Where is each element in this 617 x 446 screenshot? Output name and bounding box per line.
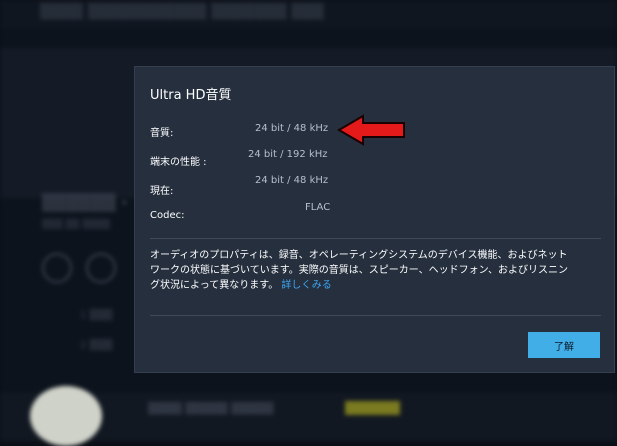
background-header: ▒▒▒▒ ▒▒▒▒▒▒▒▒▒▒▒ ▒▒▒▒▒▒▒ ▒▒▒ bbox=[0, 0, 617, 28]
background-list-item: 2 ▒▒▒ bbox=[80, 340, 113, 351]
codec-label: Codec: bbox=[150, 210, 185, 221]
background-list-item: 1 ▒▒▒ bbox=[80, 310, 113, 321]
background-album-art bbox=[30, 386, 102, 446]
divider-bottom bbox=[150, 315, 601, 316]
description-line: オーディオのプロパティは、録音、オペレーティングシステムのデバイス機能、およびネ… bbox=[150, 250, 568, 261]
device-capability-value: 24 bit / 192 kHz bbox=[248, 149, 328, 160]
quality-value: 24 bit / 48 kHz bbox=[255, 123, 329, 134]
learn-more-link[interactable]: 詳しくみる bbox=[281, 280, 331, 291]
red-arrow-annotation bbox=[337, 114, 405, 146]
background-badge bbox=[345, 401, 400, 415]
description-line: ワークの状態に基づいています。実際の音質は、スピーカー、ヘッドフォン、およびリス… bbox=[150, 265, 568, 276]
quality-label: 音質: bbox=[150, 128, 174, 139]
background-add-icon bbox=[86, 253, 116, 283]
current-value: 24 bit / 48 kHz bbox=[255, 175, 329, 186]
description-line-text: グ状況によって異なります。 bbox=[150, 280, 279, 291]
dialog-title: Ultra HD音質 bbox=[150, 88, 232, 103]
background-play-icon bbox=[42, 253, 72, 283]
current-label: 現在: bbox=[150, 186, 174, 197]
device-capability-label: 端末の性能 : bbox=[150, 157, 207, 168]
description-line: グ状況によって異なります。 詳しくみる bbox=[150, 278, 604, 293]
ultra-hd-dialog: Ultra HD音質 音質: 24 bit / 48 kHz 端末の性能 : 2… bbox=[134, 66, 615, 373]
background-track-title: ▒▒▒▒ ▒▒▒▒▒ ▒▒▒▒▒ bbox=[148, 402, 274, 415]
background-album-meta: ▒▒▒ ▒▒ ▒▒▒▒ bbox=[42, 220, 111, 230]
ok-button[interactable]: 了解 bbox=[528, 332, 600, 358]
codec-value: FLAC bbox=[305, 202, 331, 213]
divider-top bbox=[150, 238, 601, 239]
background-album-heading: ▒▒▒▒▒▒ · bbox=[42, 193, 128, 212]
dialog-description: オーディオのプロパティは、録音、オペレーティングシステムのデバイス機能、およびネ… bbox=[150, 248, 604, 293]
background-title: ▒▒▒▒ ▒▒▒▒▒▒▒▒▒▒▒ ▒▒▒▒▒▒▒ ▒▒▒ bbox=[40, 4, 324, 20]
